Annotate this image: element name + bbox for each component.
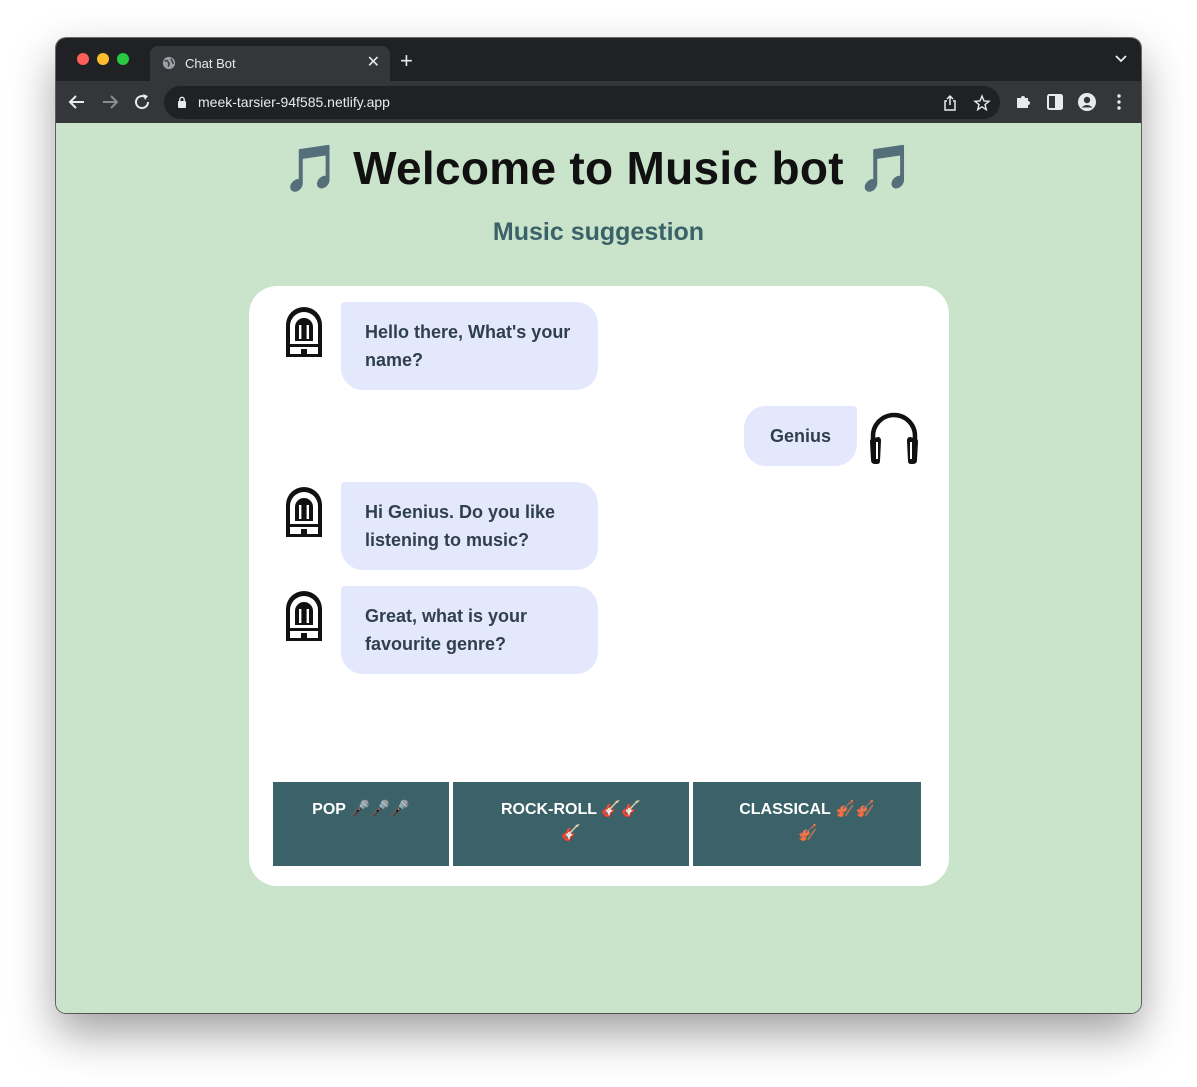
- url-text: meek-tarsier-94f585.netlify.app: [198, 94, 390, 110]
- tab-chat-bot[interactable]: Chat Bot ✕: [150, 46, 390, 81]
- side-panel-icon[interactable]: [1045, 92, 1065, 112]
- page-subtitle: Music suggestion: [492, 218, 705, 246]
- page-content: 🎵 Welcome to Music bot 🎵 Music suggestio…: [56, 123, 1141, 1013]
- page-title: 🎵 Welcome to Music bot 🎵: [282, 142, 915, 194]
- genre-pop-button[interactable]: POP 🎤🎤🎤: [273, 782, 449, 866]
- genre-choices: POP 🎤🎤🎤 ROCK-ROLL 🎸🎸🎸 CLASSICAL 🎻🎻🎻: [273, 782, 921, 866]
- more-menu-icon[interactable]: [1109, 92, 1129, 112]
- profile-avatar-icon[interactable]: [1077, 92, 1097, 112]
- share-icon[interactable]: [941, 94, 959, 112]
- tab-strip: Chat Bot ✕ +: [56, 38, 1141, 81]
- address-bar[interactable]: meek-tarsier-94f585.netlify.app: [164, 86, 1000, 119]
- maximize-window-button[interactable]: [117, 53, 129, 65]
- extensions-puzzle-icon[interactable]: [1013, 92, 1033, 112]
- browser-toolbar: meek-tarsier-94f585.netlify.app: [56, 81, 1141, 123]
- close-window-button[interactable]: [77, 53, 89, 65]
- back-arrow-icon[interactable]: [66, 91, 88, 113]
- browser-window: Chat Bot ✕ + meek-tarsier-94f585.netlify…: [56, 38, 1141, 1013]
- chat-bubble-bot: Hello there, What's your name?: [341, 302, 598, 390]
- close-tab-icon[interactable]: ✕: [367, 54, 380, 72]
- chevron-down-icon[interactable]: [1115, 54, 1127, 64]
- chat-container: Hello there, What's your name? Genius Hi…: [249, 286, 949, 886]
- chat-bubble-user: Genius: [744, 406, 857, 466]
- chat-bubble-bot: Great, what is your favourite genre?: [341, 586, 598, 674]
- tab-title: Chat Bot: [185, 56, 236, 71]
- jukebox-icon: [286, 307, 322, 357]
- new-tab-button[interactable]: +: [400, 50, 413, 72]
- headphones-icon: [870, 412, 918, 464]
- forward-arrow-icon[interactable]: [99, 91, 121, 113]
- chat-bubble-bot: Hi Genius. Do you like listening to musi…: [341, 482, 598, 570]
- lock-icon[interactable]: [177, 96, 187, 108]
- genre-classical-button[interactable]: CLASSICAL 🎻🎻🎻: [693, 782, 921, 866]
- reload-icon[interactable]: [131, 91, 153, 113]
- jukebox-icon: [286, 591, 322, 641]
- bookmark-star-icon[interactable]: [973, 94, 991, 112]
- globe-icon: [162, 56, 176, 70]
- genre-rock-roll-button[interactable]: ROCK-ROLL 🎸🎸🎸: [453, 782, 689, 866]
- minimize-window-button[interactable]: [97, 53, 109, 65]
- jukebox-icon: [286, 487, 322, 537]
